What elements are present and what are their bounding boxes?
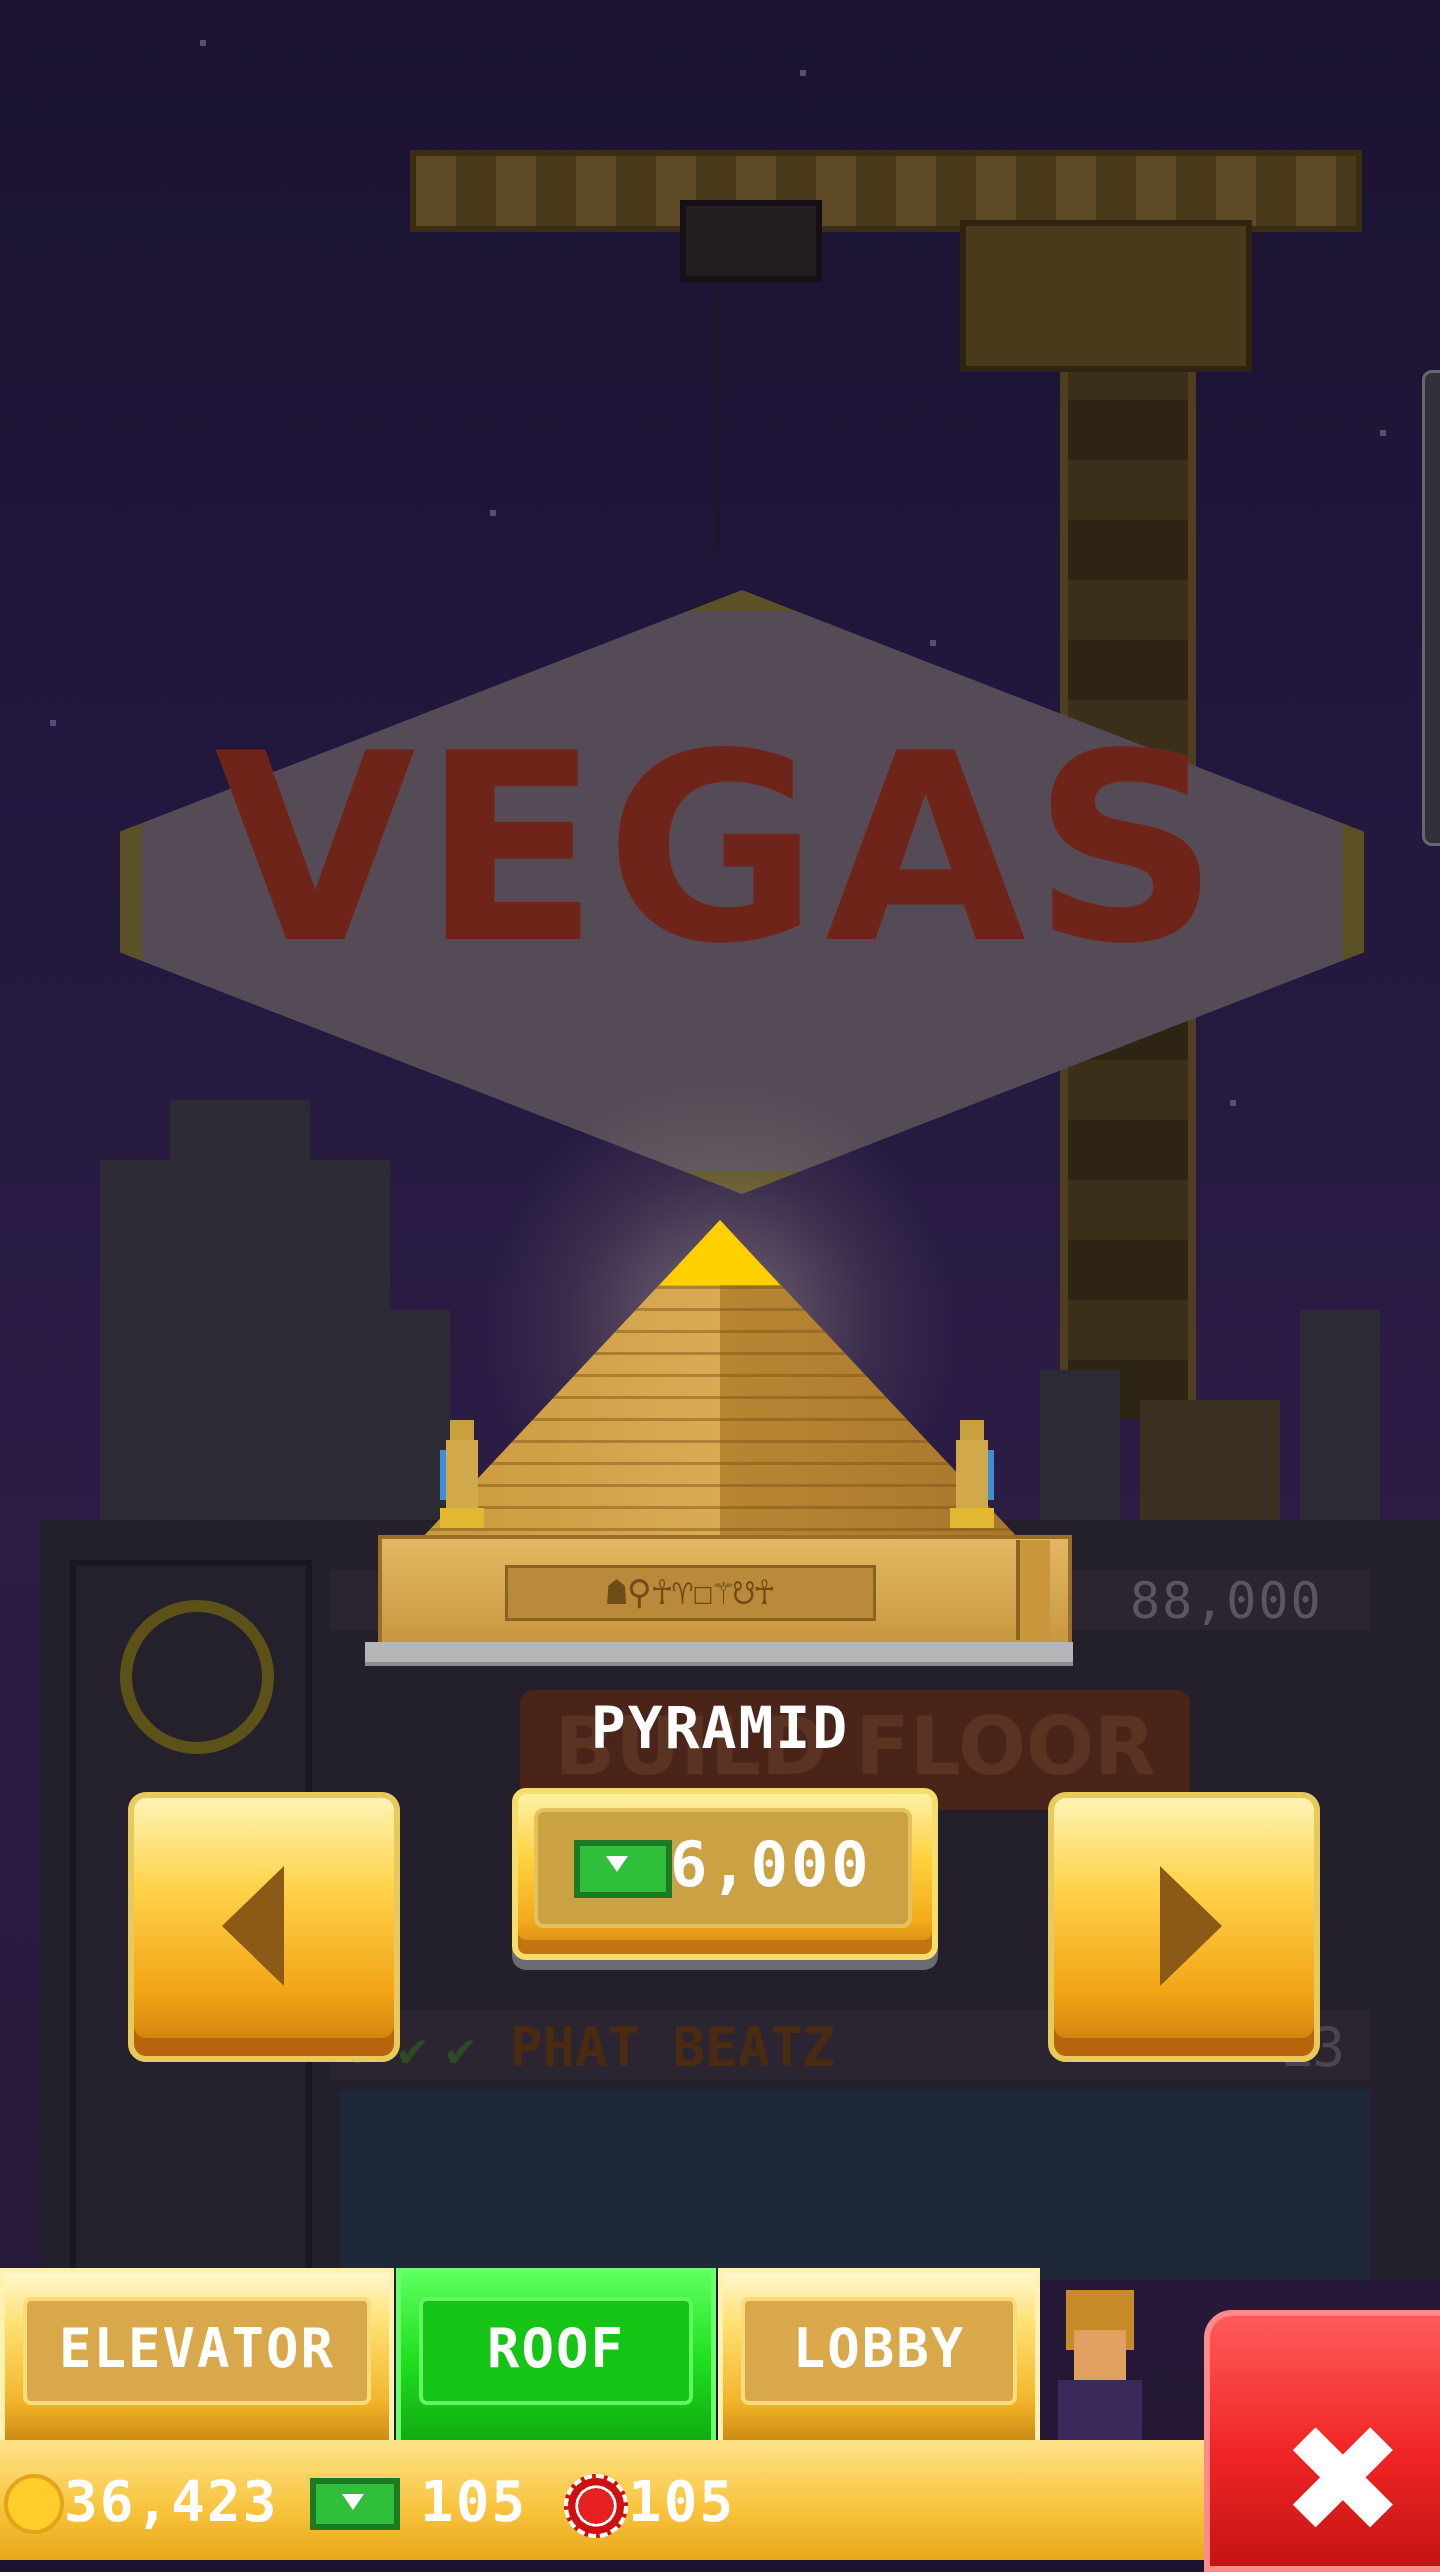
close-icon: ✖: [1280, 2394, 1406, 2568]
check-icon: ✔: [446, 2022, 475, 2078]
bitizen-avatar: [1040, 2290, 1160, 2440]
tab-elevator[interactable]: ELEVATOR: [0, 2268, 394, 2450]
roof-item-name: PYRAMID: [590, 1694, 850, 1762]
check-icon: ✔: [398, 2022, 427, 2078]
pyramid-shelf: [365, 1642, 1073, 1666]
chip-icon: [564, 2474, 628, 2538]
pyramid-base-column: [1016, 1540, 1050, 1640]
bux-icon: [574, 1840, 672, 1898]
close-button[interactable]: ✖: [1204, 2310, 1440, 2572]
coin-icon: [4, 2474, 64, 2534]
crane-hook: [680, 200, 822, 282]
tab-lobby[interactable]: LOBBY: [718, 2268, 1040, 2450]
tab-roof-label: ROOF: [486, 2317, 626, 2380]
chips-value: 105: [628, 2470, 736, 2535]
price-value: 6,000: [670, 1828, 872, 1901]
floor-price: 88,000: [1130, 1572, 1323, 1630]
arrow-left-icon: [222, 1866, 284, 1986]
side-panel-handle[interactable]: [1422, 370, 1440, 846]
floor-name: PHAT BEATZ: [510, 2016, 836, 2079]
coins-value: 36,423: [64, 2470, 279, 2535]
next-button[interactable]: [1048, 1792, 1320, 2062]
vegas-sign-text: VEGAS: [214, 699, 1226, 1001]
anubis-statue-left: [440, 1420, 484, 1530]
crane-cable: [714, 290, 720, 550]
bux-value: 105: [420, 2470, 528, 2535]
hieroglyph-panel: ☗⚲☥♈☐⚚☋☥: [505, 1565, 876, 1621]
tab-elevator-label: ELEVATOR: [58, 2317, 336, 2380]
lower-floor: [340, 2090, 1370, 2280]
anubis-statue-right: [950, 1420, 994, 1530]
bux-icon: [310, 2478, 400, 2530]
tab-lobby-label: LOBBY: [792, 2317, 966, 2380]
tab-roof[interactable]: ROOF: [396, 2268, 716, 2450]
crane-cab: [960, 220, 1252, 372]
arrow-right-icon: [1160, 1866, 1222, 1986]
previous-button[interactable]: [128, 1792, 400, 2062]
elevator-wheel-icon: [120, 1600, 274, 1754]
